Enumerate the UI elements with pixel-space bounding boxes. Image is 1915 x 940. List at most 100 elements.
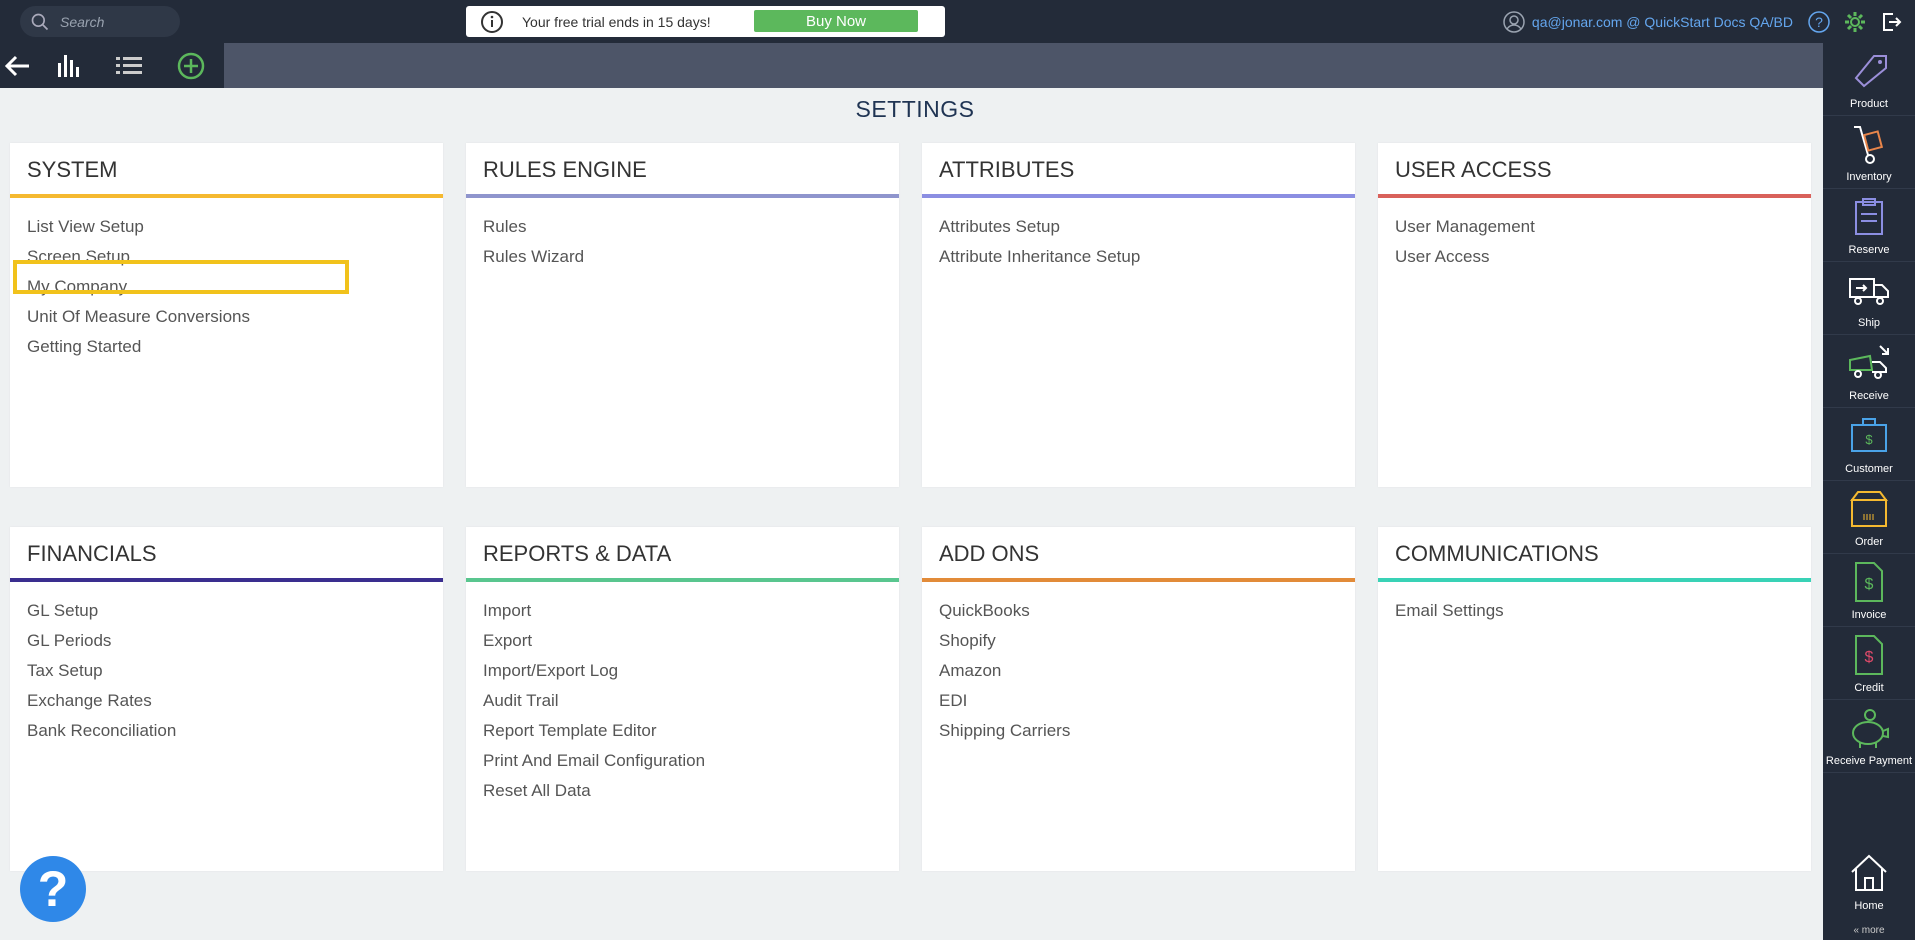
bar-chart-icon [58, 54, 79, 77]
tag-icon [1854, 55, 1887, 88]
sidebar-label: Ship [1857, 317, 1881, 329]
sidebar-label: Invoice [1851, 609, 1887, 621]
clipboard-icon [1855, 198, 1883, 235]
card-title: USER ACCESS [1378, 143, 1811, 198]
piggy-bank-icon [1852, 709, 1889, 748]
sidebar-item-ship[interactable]: Ship [1823, 262, 1915, 335]
link-amazon[interactable]: Amazon [922, 656, 1355, 686]
search-input[interactable] [60, 13, 170, 30]
customer-briefcase-icon: $ [1851, 418, 1887, 452]
link-tax-setup[interactable]: Tax Setup [10, 656, 443, 686]
home-icon [1851, 854, 1887, 891]
link-shipping-carriers[interactable]: Shipping Carriers [922, 716, 1355, 746]
link-unit-of-measure-conversions[interactable]: Unit Of Measure Conversions [10, 302, 443, 332]
card-attributes: ATTRIBUTES Attributes Setup Attribute In… [922, 143, 1355, 487]
card-reports-data: REPORTS & DATA Import Export Import/Expo… [466, 527, 899, 871]
link-print-and-email-configuration[interactable]: Print And Email Configuration [466, 746, 899, 776]
user-area: qa@jonar.com @ QuickStart Docs QA/BD ? [1502, 0, 1915, 43]
sidebar-item-receive-payment[interactable]: Receive Payment [1823, 700, 1915, 773]
right-sidebar: Product Inventory Reserve Ship Receive $… [1823, 43, 1915, 940]
user-icon[interactable] [1502, 10, 1526, 34]
account-label[interactable]: qa@jonar.com @ QuickStart Docs QA/BD [1532, 14, 1793, 30]
link-export[interactable]: Export [466, 626, 899, 656]
gear-icon[interactable] [1843, 10, 1867, 34]
credit-icon: $ [1855, 635, 1883, 675]
help-icon[interactable]: ? [1807, 10, 1831, 34]
sidebar-item-reserve[interactable]: Reserve [1823, 189, 1915, 262]
link-import[interactable]: Import [466, 596, 899, 626]
search-icon [31, 13, 49, 30]
add-button[interactable] [160, 43, 222, 88]
page-title: SETTINGS [855, 96, 975, 122]
link-getting-started[interactable]: Getting Started [10, 332, 443, 362]
sidebar-item-order[interactable]: Order [1823, 481, 1915, 554]
svg-text:?: ? [1815, 14, 1823, 30]
link-attribute-inheritance-setup[interactable]: Attribute Inheritance Setup [922, 242, 1355, 272]
hand-truck-icon [1854, 126, 1884, 164]
link-rules-wizard[interactable]: Rules Wizard [466, 242, 899, 272]
link-email-settings[interactable]: Email Settings [1378, 596, 1811, 626]
card-system: SYSTEM List View Setup Screen Setup My C… [10, 143, 443, 487]
sidebar-item-product[interactable]: Product [1823, 43, 1915, 116]
back-button[interactable] [0, 43, 36, 88]
sidebar-label: Customer [1845, 463, 1893, 475]
sidebar-item-receive[interactable]: Receive [1823, 335, 1915, 408]
card-title: FINANCIALS [10, 527, 443, 582]
link-import-export-log[interactable]: Import/Export Log [466, 656, 899, 686]
link-gl-periods[interactable]: GL Periods [10, 626, 443, 656]
logout-icon[interactable] [1879, 10, 1903, 34]
link-quickbooks[interactable]: QuickBooks [922, 596, 1355, 626]
chart-button[interactable] [36, 43, 98, 88]
card-title: SYSTEM [10, 143, 443, 198]
search-box[interactable] [20, 6, 180, 37]
card-user-access: USER ACCESS User Management User Access [1378, 143, 1811, 487]
info-icon [481, 10, 503, 33]
sidebar-label: Product [1850, 98, 1888, 110]
link-rules[interactable]: Rules [466, 212, 899, 242]
sidebar-item-inventory[interactable]: Inventory [1823, 116, 1915, 189]
svg-text:$: $ [1865, 432, 1873, 447]
sidebar-label: Inventory [1846, 171, 1892, 183]
sidebar-item-home[interactable]: Home [1823, 845, 1915, 917]
link-shopify[interactable]: Shopify [922, 626, 1355, 656]
link-reset-all-data[interactable]: Reset All Data [466, 776, 899, 806]
link-bank-reconciliation[interactable]: Bank Reconciliation [10, 716, 443, 746]
toolbar-strip [0, 43, 1823, 88]
trial-banner: Your free trial ends in 15 days! Buy Now [466, 6, 945, 37]
buy-now-button[interactable]: Buy Now [754, 10, 918, 32]
toolbar [0, 43, 224, 88]
order-box-icon [1850, 491, 1888, 527]
card-title: ADD ONS [922, 527, 1355, 582]
card-add-ons: ADD ONS QuickBooks Shopify Amazon EDI Sh… [922, 527, 1355, 871]
help-bubble-button[interactable]: ? [20, 856, 86, 922]
sidebar-item-customer[interactable]: $ Customer [1823, 408, 1915, 481]
back-arrow-icon [4, 55, 29, 76]
link-audit-trail[interactable]: Audit Trail [466, 686, 899, 716]
sidebar-item-invoice[interactable]: $ Invoice [1823, 554, 1915, 627]
receive-truck-icon [1849, 345, 1889, 379]
card-title: ATTRIBUTES [922, 143, 1355, 198]
sidebar-label: Receive Payment [1825, 755, 1913, 767]
link-attributes-setup[interactable]: Attributes Setup [922, 212, 1355, 242]
link-report-template-editor[interactable]: Report Template Editor [466, 716, 899, 746]
link-my-company[interactable]: My Company [10, 272, 443, 302]
sidebar-label: Home [1854, 900, 1884, 912]
ship-truck-icon [1849, 278, 1889, 305]
sidebar-label: Receive [1849, 390, 1889, 402]
link-list-view-setup[interactable]: List View Setup [10, 212, 443, 242]
link-gl-setup[interactable]: GL Setup [10, 596, 443, 626]
list-button[interactable] [98, 43, 160, 88]
trial-text: Your free trial ends in 15 days! [522, 13, 711, 30]
sidebar-label: Credit [1854, 682, 1884, 694]
sidebar-label: Order [1854, 536, 1884, 548]
card-rules-engine: RULES ENGINE Rules Rules Wizard [466, 143, 899, 487]
link-user-access[interactable]: User Access [1378, 242, 1811, 272]
sidebar-label: Reserve [1848, 244, 1890, 256]
link-screen-setup[interactable]: Screen Setup [10, 242, 443, 272]
link-user-management[interactable]: User Management [1378, 212, 1811, 242]
link-edi[interactable]: EDI [922, 686, 1355, 716]
link-exchange-rates[interactable]: Exchange Rates [10, 686, 443, 716]
more-link[interactable]: « more [1823, 925, 1915, 936]
card-title: COMMUNICATIONS [1378, 527, 1811, 582]
sidebar-item-credit[interactable]: $ Credit [1823, 627, 1915, 700]
